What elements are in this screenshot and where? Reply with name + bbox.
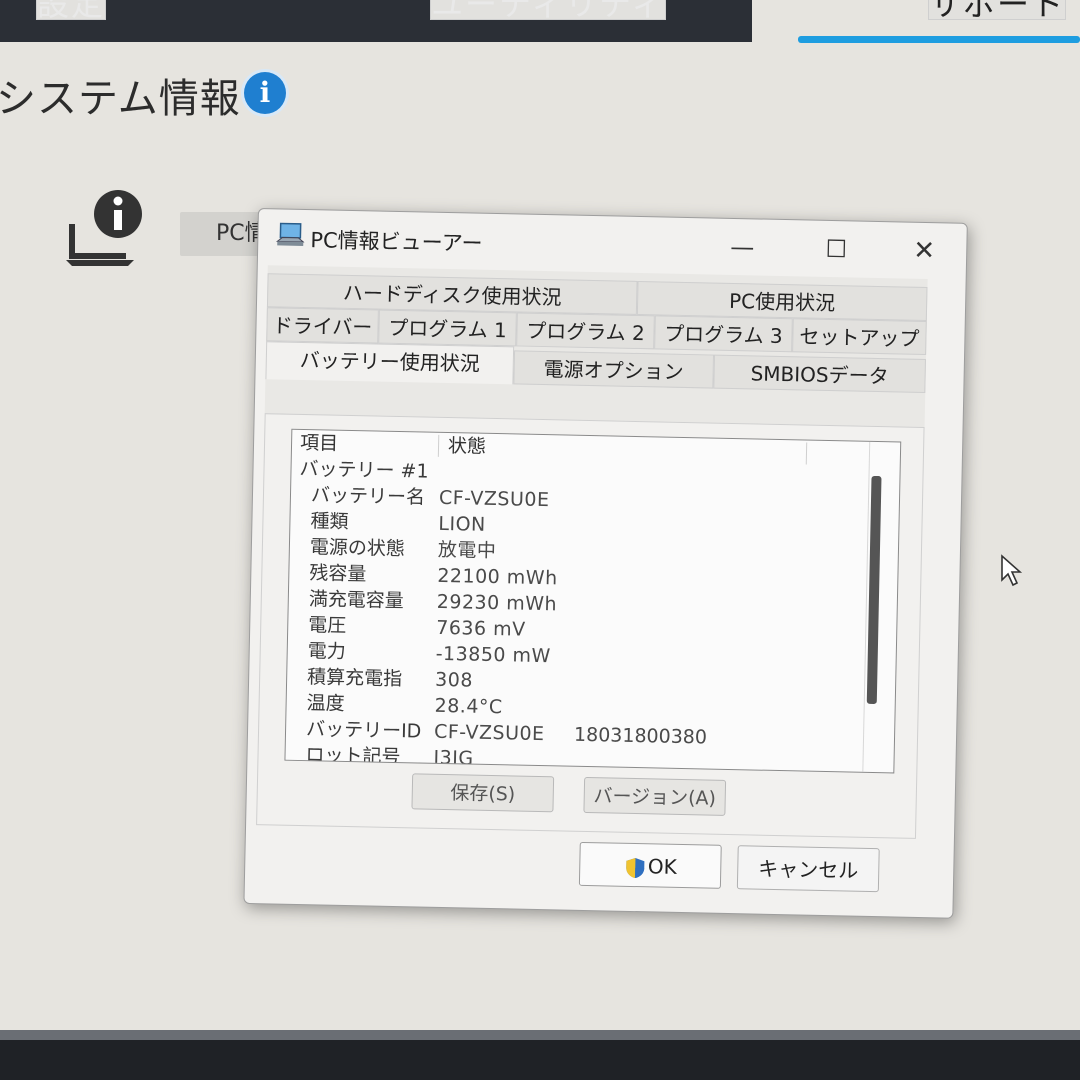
tab-program-2[interactable]: プログラム 2: [516, 312, 655, 350]
dialog-title: PC情報ビューアー: [310, 228, 483, 256]
close-button[interactable]: ✕: [908, 235, 941, 268]
battery-usage-panel: 項目 状態 バッテリー #1 バッテリー名 CF-VZSU0E 種類 LION 電源…: [256, 413, 925, 839]
tab-smbios-data[interactable]: SMBIOSデータ: [713, 354, 926, 394]
row-value-extra: 18031800380: [573, 723, 708, 749]
top-navigation: 設定 ユーティリティ サポート: [0, 0, 1080, 43]
list-row[interactable]: バッテリー名 CF-VZSU0E: [291, 482, 550, 511]
app-icon: [276, 222, 305, 246]
tab-program-1[interactable]: プログラム 1: [378, 309, 517, 347]
row-key: 積算充電指: [306, 666, 403, 691]
row-value: LION: [438, 512, 487, 536]
column-header-item[interactable]: 項目: [300, 430, 339, 457]
list-row[interactable]: 電力 -13850 mW: [287, 638, 552, 667]
row-value: CF-VZSU0E: [438, 486, 550, 512]
column-separator: [437, 434, 440, 457]
page-title: システム情報: [0, 76, 241, 122]
ok-button[interactable]: OK: [578, 841, 722, 889]
row-value: -13850 mW: [435, 642, 552, 668]
tab-setup[interactable]: セットアップ: [792, 318, 927, 356]
list-row[interactable]: 電源の状態 放電中: [290, 534, 497, 562]
tab-battery-usage[interactable]: バッテリー使用状況: [265, 341, 515, 385]
tab-program-3[interactable]: プログラム 3: [654, 315, 793, 353]
list-row[interactable]: 電圧 7636 mV: [288, 612, 526, 641]
list-row[interactable]: 積算充電指 308: [287, 664, 473, 691]
nav-tab-support[interactable]: サポート: [928, 0, 1067, 20]
tab-driver[interactable]: ドライバー: [266, 307, 379, 344]
row-value: J3JG: [433, 746, 474, 770]
cancel-button[interactable]: キャンセル: [736, 845, 880, 893]
battery-info-list[interactable]: 項目 状態 バッテリー #1 バッテリー名 CF-VZSU0E 種類 LION 電源…: [284, 428, 902, 774]
list-row[interactable]: ロット記号 J3JG: [285, 742, 473, 770]
row-key: ロット記号: [305, 744, 401, 769]
dialog-content: ハードディスク使用状況 PC使用状況 ドライバー プログラム 1 プログラム 2…: [256, 265, 928, 839]
row-value: 28.4°C: [434, 694, 503, 719]
minimize-button[interactable]: —: [726, 231, 759, 264]
uac-shield-icon: [625, 857, 644, 878]
list-row[interactable]: バッテリーID CF-VZSU0E 18031800380: [286, 716, 707, 748]
row-key: バッテリー名: [310, 484, 426, 509]
row-value: 308: [434, 668, 474, 692]
row-value: 7636 mV: [436, 616, 526, 641]
tab-power-options[interactable]: 電源オプション: [513, 350, 715, 389]
row-key: 電力: [307, 640, 346, 663]
save-button[interactable]: 保存(S): [411, 773, 555, 813]
vertical-scrollbar[interactable]: [866, 475, 882, 705]
row-key: 種類: [310, 510, 349, 533]
column-separator: [805, 442, 808, 465]
active-tab-indicator: [798, 36, 1080, 43]
row-key: 電源の状態: [309, 536, 406, 561]
row-key: 満充電容量: [308, 588, 405, 613]
row-key: バッテリーID: [305, 718, 422, 743]
row-key: 電圧: [308, 614, 347, 637]
row-value: CF-VZSU0E: [433, 720, 545, 746]
list-row[interactable]: 温度 28.4°C: [286, 690, 502, 718]
info-icon[interactable]: i: [244, 72, 286, 114]
taskbar-edge: [0, 1030, 1080, 1040]
row-key: 温度: [306, 692, 345, 715]
row-value: 22100 mWh: [437, 564, 558, 590]
maximize-button[interactable]: ☐: [820, 233, 853, 266]
pc-info-viewer-dialog: PC情報ビューアー — ☐ ✕ ハードディスク使用状況 PC使用状況 ドライバー…: [243, 208, 968, 919]
list-row[interactable]: 残容量 22100 mWh: [289, 560, 558, 589]
group-label: バッテリー #1: [299, 457, 429, 483]
column-header-status[interactable]: 状態: [448, 433, 487, 460]
screen-bottom-bezel: [0, 1030, 1080, 1080]
list-row[interactable]: 種類 LION: [290, 508, 486, 536]
row-value: 29230 mWh: [436, 590, 558, 616]
row-key: 残容量: [309, 562, 367, 586]
nav-tab-utility[interactable]: ユーティリティ: [430, 0, 667, 20]
version-button[interactable]: バージョン(A): [583, 776, 727, 816]
mouse-cursor-icon: [1001, 554, 1023, 587]
ok-label: OK: [647, 854, 677, 879]
nav-tab-settings[interactable]: 設定: [36, 0, 107, 20]
list-group: バッテリー #1: [291, 456, 428, 483]
list-row[interactable]: 満充電容量 29230 mWh: [289, 586, 558, 615]
laptop-info-icon: [66, 190, 142, 266]
row-value: 放電中: [437, 538, 497, 563]
